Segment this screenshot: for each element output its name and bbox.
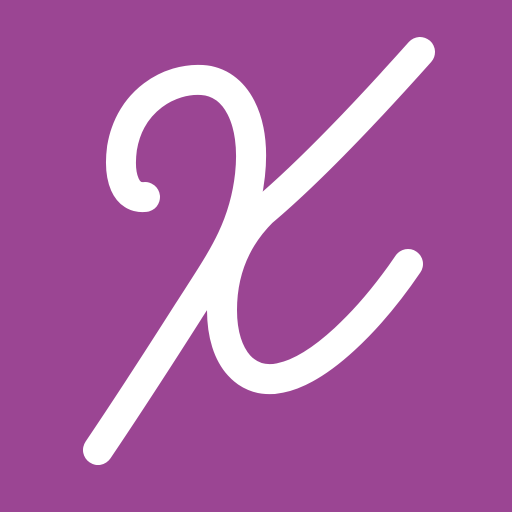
cursive-x-logo-icon <box>0 0 512 512</box>
app-icon <box>0 0 512 512</box>
icon-background <box>0 0 512 512</box>
